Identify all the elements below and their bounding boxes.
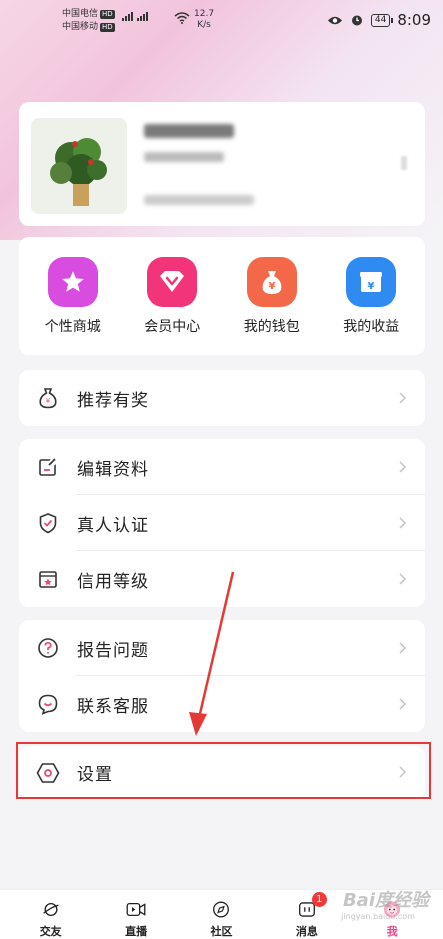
clock: 8:09 bbox=[397, 11, 431, 29]
menu-label: 推荐有奖 bbox=[77, 390, 149, 411]
quick-action-label: 我的收益 bbox=[343, 319, 400, 335]
recommend-card: ¥ 推荐有奖 bbox=[19, 370, 425, 426]
hd-badge: HD bbox=[100, 10, 115, 19]
tab-label: 交友 bbox=[39, 925, 62, 938]
video-icon bbox=[126, 902, 146, 917]
chevron-right-icon bbox=[399, 698, 407, 710]
menu-item-verify[interactable]: 真人认证 bbox=[19, 495, 425, 551]
menu-label: 报告问题 bbox=[77, 640, 149, 661]
profile-card[interactable] bbox=[19, 102, 425, 226]
gift-box-icon: ¥ bbox=[346, 257, 397, 307]
tab-label: 我 bbox=[386, 925, 398, 938]
carrier-2: 中国移动 bbox=[62, 22, 99, 32]
chevron-right-icon bbox=[399, 642, 407, 654]
status-right: 44 8:09 bbox=[327, 11, 431, 29]
money-bag-icon: ¥ bbox=[246, 257, 297, 307]
menu-label: 编辑资料 bbox=[77, 459, 149, 480]
watermark-url: jingyan.baidu.com bbox=[341, 912, 415, 921]
status-bar: 中国电信 HD 中国移动 HD 12.7 K/s 44 8:09 bbox=[0, 0, 443, 40]
menu-item-edit-profile[interactable]: 编辑资料 bbox=[19, 439, 425, 495]
chevron-right-icon bbox=[399, 766, 407, 778]
support-card: 报告问题 联系客服 bbox=[19, 620, 425, 732]
credit-level-icon bbox=[36, 567, 60, 591]
avatar[interactable] bbox=[31, 118, 127, 214]
chevron-right-icon bbox=[401, 156, 407, 170]
quick-action-label: 个性商城 bbox=[44, 319, 101, 335]
svg-text:¥: ¥ bbox=[46, 397, 51, 405]
watermark-logo: Bai度经验 bbox=[342, 890, 429, 911]
profile-menu-card: 编辑资料 真人认证 信用等级 bbox=[19, 439, 425, 607]
signal-icon bbox=[122, 12, 148, 21]
net-speed-unit: K/s bbox=[197, 20, 211, 30]
diamond-icon bbox=[147, 257, 198, 307]
carrier-1: 中国电信 bbox=[62, 9, 99, 19]
chevron-right-icon bbox=[399, 573, 407, 585]
chevron-right-icon bbox=[399, 392, 407, 404]
chevron-right-icon bbox=[399, 517, 407, 529]
tab-live[interactable]: 直播 bbox=[101, 890, 171, 939]
net-speed-value: 12.7 bbox=[194, 9, 215, 19]
tab-messages[interactable]: 1 消息 bbox=[272, 890, 342, 939]
menu-item-support[interactable]: 联系客服 bbox=[19, 676, 425, 732]
quick-action-wallet[interactable]: ¥ 我的钱包 bbox=[227, 237, 317, 355]
quick-action-earnings[interactable]: ¥ 我的收益 bbox=[326, 237, 416, 355]
tab-community[interactable]: 社区 bbox=[186, 890, 256, 939]
alarm-icon bbox=[351, 15, 362, 26]
quick-actions: 个性商城 会员中心 ¥ 我的钱包 ¥ 我的收益 bbox=[19, 237, 425, 355]
svg-text:¥: ¥ bbox=[268, 281, 275, 292]
profile-id-blurred bbox=[144, 152, 224, 162]
net-speed: 12.7 K/s bbox=[194, 9, 214, 31]
edit-icon bbox=[36, 455, 60, 479]
planet-icon bbox=[42, 902, 59, 917]
settings-icon bbox=[36, 761, 60, 785]
tab-label: 直播 bbox=[125, 925, 148, 938]
tab-friends[interactable]: 交友 bbox=[16, 890, 86, 939]
hd-badge: HD bbox=[100, 23, 115, 32]
quick-action-store[interactable]: 个性商城 bbox=[28, 237, 118, 355]
question-icon bbox=[36, 636, 60, 660]
quick-action-label: 会员中心 bbox=[144, 319, 201, 335]
svg-text:¥: ¥ bbox=[368, 281, 375, 292]
chevron-right-icon bbox=[399, 461, 407, 473]
menu-label: 联系客服 bbox=[77, 696, 149, 717]
wifi-icon bbox=[174, 12, 190, 24]
avatar-image bbox=[31, 118, 127, 214]
menu-item-credit[interactable]: 信用等级 bbox=[19, 551, 425, 607]
star-icon bbox=[47, 257, 98, 307]
settings-card: 设置 bbox=[19, 746, 425, 799]
menu-label: 设置 bbox=[77, 765, 113, 785]
tab-label: 社区 bbox=[210, 925, 233, 938]
menu-label: 信用等级 bbox=[77, 571, 149, 592]
eye-icon bbox=[327, 16, 342, 24]
unread-badge: 1 bbox=[311, 892, 327, 907]
carrier-info: 中国电信 HD 中国移动 HD bbox=[62, 8, 115, 34]
quick-action-vip[interactable]: 会员中心 bbox=[127, 237, 217, 355]
money-bag-icon: ¥ bbox=[36, 386, 60, 410]
menu-item-recommend[interactable]: ¥ 推荐有奖 bbox=[19, 370, 425, 426]
quick-action-label: 我的钱包 bbox=[243, 319, 300, 335]
tab-label: 消息 bbox=[295, 925, 318, 938]
menu-item-report[interactable]: 报告问题 bbox=[19, 620, 425, 676]
profile-name-blurred bbox=[144, 124, 234, 138]
menu-item-settings[interactable]: 设置 bbox=[19, 746, 425, 799]
compass-icon bbox=[213, 901, 230, 918]
shield-check-icon bbox=[36, 511, 60, 535]
battery-icon: 44 bbox=[370, 13, 394, 27]
customer-service-icon bbox=[36, 692, 60, 716]
profile-signature-blurred bbox=[144, 195, 254, 205]
menu-label: 真人认证 bbox=[77, 515, 149, 536]
